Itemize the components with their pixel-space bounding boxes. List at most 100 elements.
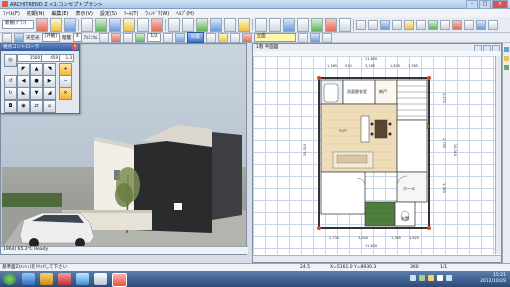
small-tool-icon[interactable] — [440, 19, 450, 30]
menu-edit[interactable]: 編集(E) — [51, 10, 68, 17]
menu-help[interactable]: ﾍﾙﾌﾟ(H) — [176, 10, 194, 17]
tool-icon[interactable] — [297, 32, 308, 43]
close-button[interactable]: × — [492, 0, 508, 9]
height-field[interactable]: 1500 — [17, 54, 42, 62]
pan-icon[interactable] — [283, 17, 295, 32]
color-icon[interactable] — [111, 32, 122, 43]
snap-icon[interactable] — [135, 32, 146, 43]
network-icon[interactable] — [446, 275, 452, 281]
horizontal-scrollbar[interactable] — [253, 255, 501, 262]
app-red-icon[interactable] — [58, 273, 71, 285]
floor-plan-canvas[interactable]: 11,830 1,365 910 3,185 1,820 1,365 11,83… — [253, 56, 501, 254]
small-tool-icon[interactable] — [488, 19, 498, 30]
print-icon[interactable] — [81, 17, 93, 32]
plan-combo[interactable]: 新規(ﾌﾟﾗﾝ) — [2, 20, 34, 29]
explorer-icon[interactable] — [22, 273, 35, 285]
select-icon[interactable] — [2, 32, 12, 43]
small-tool-icon[interactable] — [392, 19, 402, 30]
camera-icon[interactable]: ◘ — [4, 100, 17, 113]
menu-window[interactable]: ｳｨﾝﾄﾞｳ(W) — [145, 10, 169, 17]
panel-header[interactable]: 視点コントローラ × — [1, 44, 79, 51]
delete-icon[interactable] — [325, 17, 337, 32]
menu-tools[interactable]: ﾂｰﾙ(T) — [124, 10, 138, 17]
rotate-icon[interactable] — [297, 17, 309, 32]
sun-icon[interactable] — [14, 32, 24, 43]
arrow-down-icon[interactable]: ▼ — [30, 87, 43, 100]
architrend-icon[interactable] — [112, 273, 127, 287]
menu-initial[interactable]: 初期(N) — [27, 10, 45, 17]
redo-icon[interactable] — [182, 17, 194, 32]
scale-field[interactable]: 1.3 — [59, 54, 74, 62]
material-icon[interactable] — [238, 17, 250, 32]
multiply-icon[interactable]: × — [59, 87, 72, 100]
rotate-right-icon[interactable]: ↻ — [4, 87, 17, 100]
menu-file[interactable]: ﾌｧｲﾙ(F) — [3, 10, 20, 17]
menu-settings[interactable]: 設定(S) — [100, 10, 117, 17]
swatch-icon[interactable] — [99, 32, 110, 43]
render-icon[interactable] — [151, 17, 163, 32]
clock[interactable]: 15:21 2012/10/29 — [480, 273, 506, 285]
tool-icon[interactable] — [321, 32, 332, 43]
type-combo[interactable]: [外観] — [41, 33, 61, 42]
tool-icon[interactable] — [229, 32, 240, 43]
plan-view-combo[interactable]: 立面 — [253, 33, 296, 42]
small-tool-icon[interactable] — [416, 19, 426, 30]
floor-combo[interactable]: 4 — [73, 33, 82, 42]
volume-icon[interactable] — [437, 275, 443, 281]
walk-icon[interactable]: ⇄ — [30, 100, 43, 113]
section-icon[interactable] — [137, 17, 149, 32]
small-tool-icon[interactable] — [368, 19, 378, 30]
small-tool-icon[interactable] — [464, 19, 474, 30]
elevation-icon[interactable] — [109, 17, 121, 32]
tool-icon[interactable] — [162, 32, 173, 43]
small-tool-icon[interactable] — [380, 19, 390, 30]
walkthrough-icon[interactable] — [210, 17, 222, 32]
minimize-button[interactable]: – — [466, 0, 478, 9]
app-blue-icon[interactable] — [76, 273, 89, 285]
light-icon[interactable] — [224, 17, 236, 32]
open-icon[interactable] — [50, 17, 62, 32]
measure-icon[interactable] — [339, 17, 351, 32]
menu-view[interactable]: 表示(V) — [76, 10, 93, 17]
layer-icon[interactable] — [311, 17, 323, 32]
tool-icon[interactable] — [217, 32, 228, 43]
view-button[interactable]: 光漏 — [186, 32, 204, 43]
roof-icon[interactable] — [123, 17, 135, 32]
tool-icon[interactable] — [174, 32, 185, 43]
tray-icon[interactable] — [428, 275, 434, 281]
undo-icon[interactable] — [168, 17, 180, 32]
target-icon[interactable]: ◎ — [4, 54, 17, 67]
app-white-icon[interactable] — [94, 273, 107, 285]
strip-icon[interactable] — [504, 56, 509, 61]
strip-icon[interactable] — [504, 47, 509, 52]
reset-icon[interactable]: ⌂ — [43, 100, 56, 113]
strip-icon[interactable] — [504, 65, 509, 70]
tray-icon[interactable] — [410, 275, 416, 281]
folder-icon[interactable] — [40, 273, 53, 285]
small-tool-icon[interactable] — [356, 19, 366, 30]
new-icon[interactable] — [36, 17, 48, 32]
grid-icon[interactable] — [123, 32, 134, 43]
zoom-out-icon[interactable] — [269, 17, 281, 32]
zoom-combo[interactable]: 1/2 — [147, 33, 161, 42]
save-icon[interactable] — [64, 17, 76, 32]
tool-icon[interactable] — [205, 32, 216, 43]
camera-icon[interactable] — [196, 17, 208, 32]
small-tool-icon[interactable] — [452, 19, 462, 30]
start-button-icon[interactable] — [3, 273, 16, 285]
maximize-button[interactable]: □ — [479, 0, 491, 9]
arrow-down-left-icon[interactable]: ◣ — [17, 87, 30, 100]
tray-icon[interactable] — [419, 275, 425, 281]
panel-close-icon[interactable]: × — [72, 44, 78, 50]
small-tool-icon[interactable] — [476, 19, 486, 30]
angle-field[interactable]: 459 — [41, 54, 60, 62]
small-tool-icon[interactable] — [428, 19, 438, 30]
floor-plan-icon[interactable] — [95, 17, 107, 32]
tool-icon[interactable] — [241, 32, 252, 43]
vertical-scrollbar[interactable] — [495, 56, 501, 254]
tool-icon[interactable] — [309, 32, 320, 43]
eye-icon[interactable]: ◉ — [17, 100, 30, 113]
small-tool-icon[interactable] — [404, 19, 414, 30]
zoom-in-icon[interactable] — [255, 17, 267, 32]
arrow-down-right-icon[interactable]: ◢ — [43, 87, 56, 100]
